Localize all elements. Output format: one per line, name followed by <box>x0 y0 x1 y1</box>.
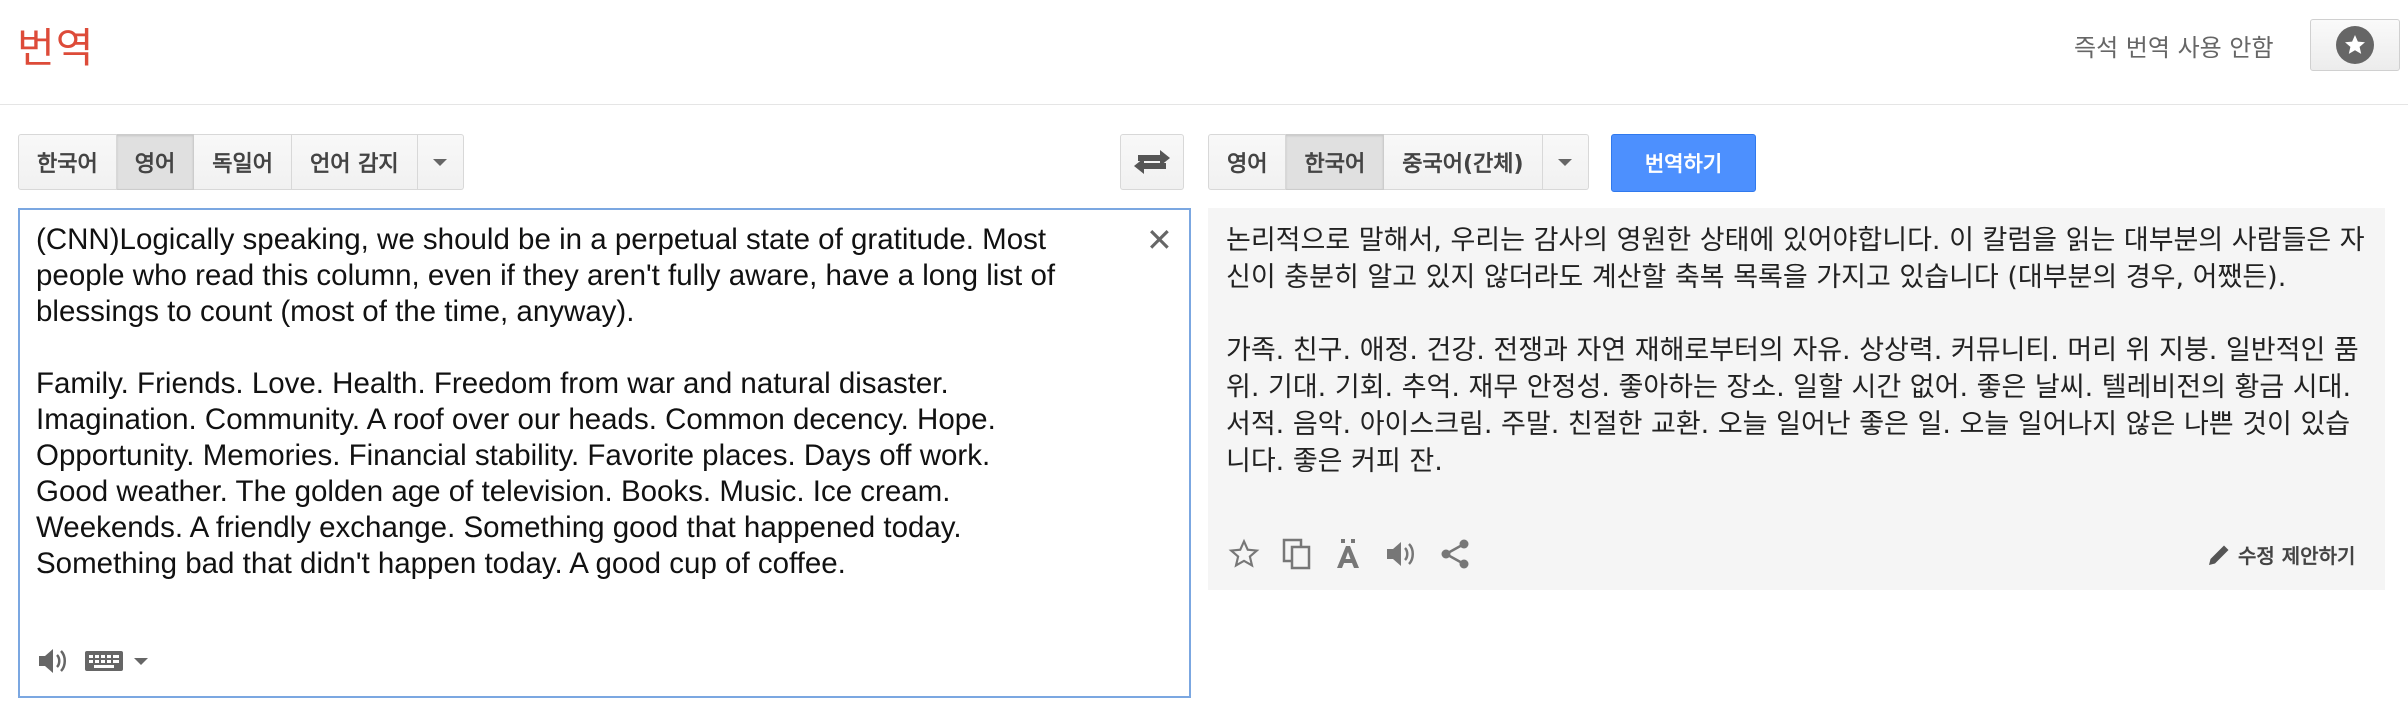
source-lang-korean[interactable]: 한국어 <box>18 134 117 190</box>
target-lang-chinese-simplified[interactable]: 중국어(간체) <box>1384 134 1543 190</box>
app-title: 번역 <box>17 24 95 72</box>
speaker-icon[interactable] <box>1384 539 1418 569</box>
keyboard-icon[interactable] <box>84 648 124 674</box>
font-icon[interactable] <box>1334 538 1362 570</box>
instant-translation-toggle[interactable]: 즉석 번역 사용 안함 <box>2074 28 2274 63</box>
source-lang-english[interactable]: 영어 <box>116 134 195 190</box>
translation-text: 논리적으로 말해서, 우리는 감사의 영원한 상태에 있어야합니다. 이 칼럼을… <box>1226 222 2374 516</box>
clear-source-button[interactable]: ✕ <box>1146 222 1173 258</box>
source-language-bar: 한국어 영어 독일어 언어 감지 <box>18 134 464 190</box>
source-text[interactable]: (CNN)Logically speaking, we should be in… <box>36 222 1146 582</box>
target-lang-dropdown[interactable] <box>1542 134 1589 190</box>
chevron-down-icon <box>1558 158 1573 166</box>
suggest-edit-label: 수정 제안하기 <box>2238 544 2356 568</box>
starred-phrasebook-button[interactable] <box>2310 19 2400 71</box>
source-toolbar <box>36 646 148 676</box>
source-lang-german[interactable]: 독일어 <box>194 134 292 190</box>
translation-paragraph: 논리적으로 말해서, 우리는 감사의 영원한 상태에 있어야합니다. 이 칼럼을… <box>1226 225 2365 293</box>
pencil-icon <box>2209 545 2229 565</box>
star-icon <box>2336 26 2374 64</box>
share-icon[interactable] <box>1440 538 1470 570</box>
chevron-down-icon[interactable] <box>134 657 148 665</box>
source-lang-detect[interactable]: 언어 감지 <box>291 134 418 190</box>
target-language-bar: 영어 한국어 중국어(간체) <box>1208 134 1589 190</box>
copy-icon[interactable] <box>1282 538 1312 570</box>
header-divider <box>0 104 2408 105</box>
close-icon: ✕ <box>1146 221 1173 259</box>
translation-paragraph: 가족. 친구. 애정. 건강. 전쟁과 자연 재해로부터의 자유. 상상력. 커… <box>1226 335 2359 477</box>
swap-icon <box>1134 150 1170 174</box>
speaker-icon[interactable] <box>36 646 70 676</box>
target-lang-english[interactable]: 영어 <box>1208 134 1287 190</box>
star-icon[interactable] <box>1228 538 1260 570</box>
translation-toolbar <box>1228 538 1470 570</box>
source-lang-dropdown[interactable] <box>417 134 464 190</box>
chevron-down-icon <box>433 158 448 166</box>
translate-button[interactable]: 번역하기 <box>1611 134 1756 192</box>
swap-languages-button[interactable] <box>1120 134 1184 190</box>
target-lang-korean[interactable]: 한국어 <box>1286 134 1385 190</box>
suggest-edit-button[interactable]: 수정 제안하기 <box>2206 540 2355 569</box>
